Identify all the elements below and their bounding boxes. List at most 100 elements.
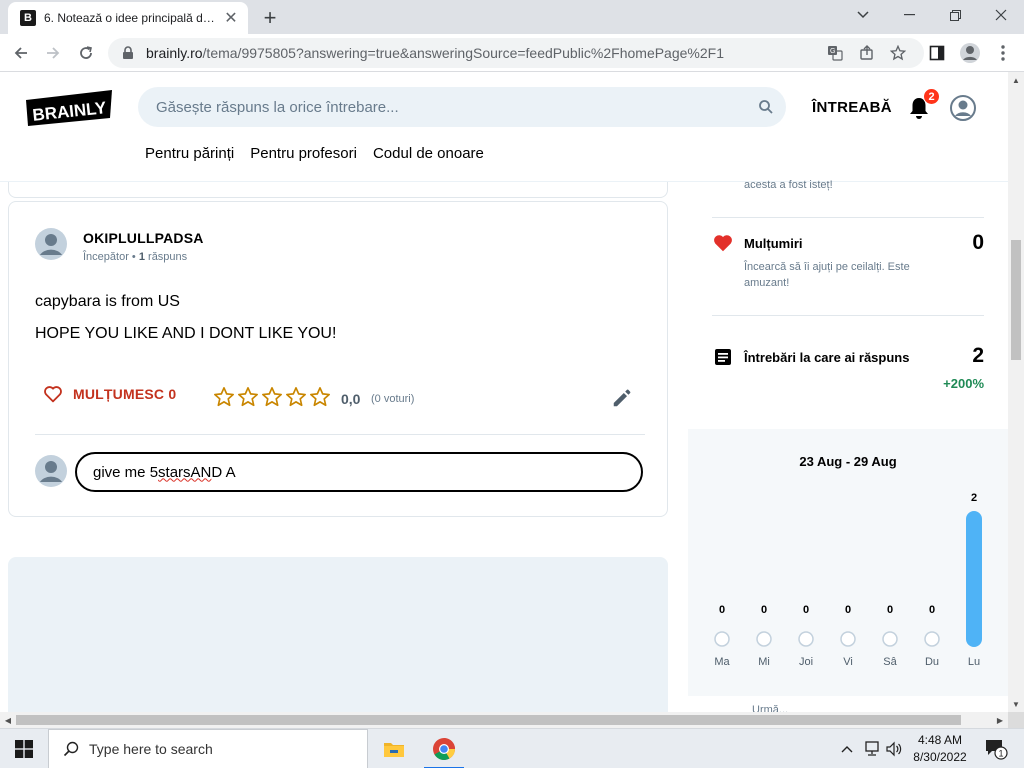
- address-bar[interactable]: brainly.ro/tema/9975805?answering=true&a…: [108, 38, 924, 68]
- star-icon[interactable]: [237, 386, 259, 408]
- file-explorer-taskbar-icon[interactable]: [370, 729, 418, 768]
- windows-taskbar: Type here to search 4:48 AM 8/30/2022 1: [0, 728, 1024, 768]
- answered-stat-delta: +200%: [943, 376, 984, 391]
- chart-day-label: Joi: [799, 656, 813, 668]
- lock-icon[interactable]: [122, 46, 134, 60]
- browser-toolbar: brainly.ro/tema/9975805?answering=true&a…: [0, 34, 1024, 72]
- url-path: /tema/9975805?answering=true&answeringSo…: [202, 45, 724, 61]
- scroll-down-arrow-icon[interactable]: ▼: [1008, 696, 1024, 712]
- side-panel-icon[interactable]: [924, 40, 950, 66]
- clock-time: 4:48 AM: [917, 733, 963, 747]
- network-icon[interactable]: [862, 729, 882, 768]
- vertical-scrollbar-thumb[interactable]: [1011, 240, 1021, 360]
- minimize-button[interactable]: [886, 0, 932, 30]
- answerer-username[interactable]: OKIPLULLPADSA: [83, 230, 204, 246]
- scroll-right-arrow-icon[interactable]: ▶: [992, 712, 1008, 728]
- chart-day-label: Du: [925, 656, 939, 668]
- close-window-button[interactable]: [978, 0, 1024, 30]
- scroll-left-arrow-icon[interactable]: ◀: [0, 712, 16, 728]
- chart-value-label: 2: [971, 492, 977, 504]
- close-tab-icon[interactable]: ✕: [222, 9, 240, 27]
- weekly-chart-svg: 0 Ma 0 Mi 0 Joi 0 Vi 0 Sâ 0 Du 2 Lu: [714, 492, 982, 668]
- chart-day-label: Ma: [714, 656, 730, 668]
- answer-text-line-1: capybara is from US: [35, 293, 180, 310]
- brainly-logo[interactable]: BRAINLY: [24, 88, 114, 128]
- scrollbar-corner: [1008, 712, 1024, 728]
- chart-day-label: Vi: [843, 656, 853, 668]
- subnav-link-honor-code[interactable]: Codul de onoare: [373, 145, 484, 162]
- edit-pencil-icon[interactable]: [611, 387, 633, 409]
- browser-tab-strip: B 6. Notează o idee principală din f ✕ +: [0, 0, 1024, 34]
- scroll-up-arrow-icon[interactable]: ▲: [1008, 72, 1024, 88]
- chart-bar: [966, 511, 982, 647]
- chart-day-label: Mi: [758, 656, 770, 668]
- taskbar-clock[interactable]: 4:48 AM 8/30/2022: [908, 732, 972, 766]
- thanks-stat-title: Mulțumiri: [744, 236, 803, 251]
- back-arrow-icon[interactable]: [8, 40, 34, 66]
- horizontal-scrollbar[interactable]: ◀ ▶: [0, 712, 1008, 728]
- rating-value: 0,0: [341, 391, 361, 407]
- notification-count-badge: 2: [923, 88, 940, 105]
- comment-input[interactable]: give me 5 starsAN D A: [75, 452, 643, 492]
- chart-value-label: 0: [719, 604, 725, 616]
- stats-sidebar: acesta a fost isteț! Mulțumiri Încearcă …: [688, 179, 1008, 716]
- browser-tab[interactable]: B 6. Notează o idee principală din f ✕: [8, 2, 248, 34]
- chrome-taskbar-icon[interactable]: [420, 729, 468, 768]
- horizontal-scrollbar-thumb[interactable]: [16, 715, 961, 725]
- action-center-icon[interactable]: 1: [978, 733, 1014, 765]
- restore-button[interactable]: [932, 0, 978, 30]
- profile-avatar-icon[interactable]: [957, 40, 983, 66]
- thanks-label: MULȚUMESC 0: [73, 386, 177, 402]
- thanks-button[interactable]: MULȚUMESC 0: [43, 385, 176, 403]
- commenter-avatar: [35, 455, 67, 487]
- chart-bar-empty: [798, 631, 814, 647]
- previous-card: [8, 182, 668, 198]
- search-icon: [63, 741, 79, 757]
- share-icon[interactable]: [857, 43, 877, 63]
- url-host: brainly.ro: [146, 45, 203, 61]
- bookmark-star-icon[interactable]: [888, 43, 908, 63]
- star-icon[interactable]: [285, 386, 307, 408]
- ask-question-button[interactable]: ÎNTREABĂ: [812, 99, 892, 116]
- translate-icon[interactable]: G: [825, 43, 845, 63]
- star-icon[interactable]: [261, 386, 283, 408]
- tray-chevron-up-icon[interactable]: [838, 729, 856, 768]
- search-input[interactable]: [156, 98, 716, 116]
- divider: [712, 217, 984, 218]
- answers-list-icon: [715, 349, 731, 365]
- comment-text-misspelled: starsAN: [158, 463, 212, 481]
- comment-text: give me 5: [93, 463, 159, 481]
- taskbar-search-box[interactable]: Type here to search: [48, 729, 368, 768]
- volume-icon[interactable]: [884, 729, 904, 768]
- new-tab-button[interactable]: +: [258, 6, 282, 30]
- heart-outline-icon: [44, 386, 62, 403]
- subnav: Pentru părinți Pentru profesori Codul de…: [145, 145, 484, 162]
- search-icon[interactable]: [758, 99, 774, 115]
- forward-arrow-icon[interactable]: [40, 40, 66, 66]
- answerer-avatar[interactable]: [35, 228, 67, 260]
- windows-logo-icon: [15, 740, 33, 758]
- site-header: BRAINLY ÎNTREABĂ 2 Pentru părinți Pentru…: [0, 72, 1008, 182]
- windows-start-button[interactable]: [0, 729, 48, 768]
- answerer-answers-count: 1: [138, 251, 145, 263]
- chart-value-label: 0: [845, 604, 851, 616]
- vertical-scrollbar[interactable]: ▲ ▼: [1008, 72, 1024, 712]
- rating-stars[interactable]: [213, 386, 331, 408]
- subnav-link-teachers[interactable]: Pentru profesori: [250, 145, 357, 162]
- brainly-favicon: B: [20, 10, 36, 26]
- subnav-link-parents[interactable]: Pentru părinți: [145, 145, 234, 162]
- star-icon[interactable]: [309, 386, 331, 408]
- star-icon[interactable]: [213, 386, 235, 408]
- chart-day-label: Lu: [968, 656, 980, 668]
- answer-text-line-2: HOPE YOU LIKE AND I DONT LIKE YOU!: [35, 325, 337, 342]
- chart-bar-empty: [882, 631, 898, 647]
- tab-search-icon[interactable]: [840, 0, 886, 30]
- chart-value-label: 0: [887, 604, 893, 616]
- chrome-menu-icon[interactable]: [990, 40, 1016, 66]
- search-bar[interactable]: [138, 87, 786, 127]
- user-avatar[interactable]: [950, 95, 976, 121]
- divider: [35, 434, 645, 435]
- clock-date: 8/30/2022: [913, 750, 967, 764]
- reload-icon[interactable]: [73, 40, 99, 66]
- answerer-meta: Începător • 1 răspuns: [83, 251, 188, 263]
